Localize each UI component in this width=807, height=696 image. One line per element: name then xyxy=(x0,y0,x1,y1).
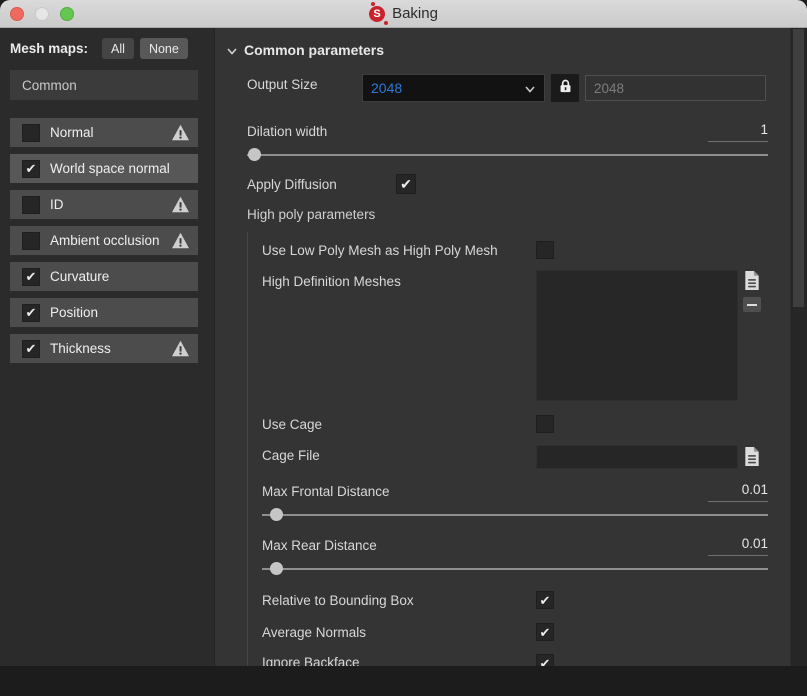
vertical-scrollbar[interactable] xyxy=(790,28,807,666)
file-icon xyxy=(743,270,761,294)
scrollbar-thumb[interactable] xyxy=(793,29,804,307)
apply-diffusion-label: Apply Diffusion xyxy=(247,177,337,192)
slider-handle[interactable] xyxy=(247,148,261,161)
dilation-width-label: Dilation width xyxy=(247,124,328,139)
preset-item-common[interactable]: Common xyxy=(10,70,198,100)
select-none-button[interactable]: None xyxy=(139,38,188,59)
mesh-maps-sidebar: Mesh maps: All None Common Normal World … xyxy=(0,28,215,666)
max-rear-distance-slider[interactable] xyxy=(262,562,768,575)
max-rear-distance-label: Max Rear Distance xyxy=(262,538,377,553)
window-controls xyxy=(10,7,74,21)
relative-to-bounding-box-label: Relative to Bounding Box xyxy=(262,593,414,608)
average-normals-checkbox[interactable] xyxy=(536,623,554,641)
max-frontal-distance-value[interactable]: 0.01 xyxy=(708,482,768,502)
mesh-map-row-normal[interactable]: Normal xyxy=(10,118,198,147)
baking-dialog-window: S Baking Mesh maps: All None Common Norm… xyxy=(0,0,807,666)
output-size-label: Output Size xyxy=(247,77,318,92)
apply-diffusion-checkbox[interactable] xyxy=(396,174,416,194)
mesh-map-label: Ambient occlusion xyxy=(50,233,160,248)
output-size-value: 2048 xyxy=(371,80,403,96)
checkbox[interactable] xyxy=(22,267,40,286)
mesh-map-label: Position xyxy=(50,305,99,320)
mesh-map-label: World space normal xyxy=(50,161,170,176)
parameters-panel: Common parameters Output Size 2048 Dilat… xyxy=(215,28,790,666)
cage-file-input[interactable] xyxy=(536,445,738,469)
browse-cage-file-button[interactable] xyxy=(743,446,761,470)
high-definition-meshes-label: High Definition Meshes xyxy=(262,274,401,289)
chevron-down-icon xyxy=(524,82,536,94)
use-cage-checkbox[interactable] xyxy=(536,415,554,433)
ignore-backface-label: Ignore Backface xyxy=(262,655,360,666)
select-all-button[interactable]: All xyxy=(102,38,134,59)
checkbox[interactable] xyxy=(22,303,40,322)
chevron-down-icon xyxy=(226,44,238,56)
title-group: S Baking xyxy=(369,1,438,25)
close-button[interactable] xyxy=(10,7,24,21)
warning-icon xyxy=(171,124,190,141)
zoom-button[interactable] xyxy=(60,7,74,21)
max-frontal-distance-label: Max Frontal Distance xyxy=(262,484,390,499)
high-poly-parameters-label: High poly parameters xyxy=(247,207,376,222)
section-title: Common parameters xyxy=(244,42,385,58)
use-cage-label: Use Cage xyxy=(262,417,323,432)
slider-handle[interactable] xyxy=(270,508,284,521)
mesh-map-label: Normal xyxy=(50,125,94,140)
relative-to-bounding-box-checkbox[interactable] xyxy=(536,591,554,609)
lock-aspect-button[interactable] xyxy=(551,74,579,102)
mesh-map-row-world-space-normal[interactable]: World space normal xyxy=(10,154,198,183)
file-icon xyxy=(743,446,761,470)
average-normals-label: Average Normals xyxy=(262,625,367,640)
add-mesh-file-button[interactable] xyxy=(743,270,761,294)
dilation-width-value[interactable]: 1 xyxy=(708,122,768,142)
dilation-width-slider[interactable] xyxy=(247,148,768,161)
substance-painter-logo-icon: S xyxy=(369,1,389,25)
warning-icon xyxy=(171,340,190,357)
checkbox[interactable] xyxy=(22,123,40,142)
mesh-map-row-position[interactable]: Position xyxy=(10,298,198,327)
lock-icon xyxy=(557,78,574,98)
cage-file-label: Cage File xyxy=(262,448,320,463)
warning-icon xyxy=(171,232,190,249)
minimize-button[interactable] xyxy=(35,7,49,21)
common-parameters-section-header[interactable]: Common parameters xyxy=(226,42,384,58)
checkbox[interactable] xyxy=(22,195,40,214)
mesh-map-row-id[interactable]: ID xyxy=(10,190,198,219)
remove-mesh-button[interactable] xyxy=(743,297,761,312)
max-frontal-distance-slider[interactable] xyxy=(262,508,768,521)
warning-icon xyxy=(171,196,190,213)
slider-track xyxy=(262,514,768,516)
mesh-map-label: ID xyxy=(50,197,64,212)
max-rear-distance-value[interactable]: 0.01 xyxy=(708,536,768,556)
mesh-map-list: Normal World space normal ID Ambient occ… xyxy=(10,118,198,370)
slider-track xyxy=(247,154,768,156)
checkbox[interactable] xyxy=(22,159,40,178)
group-indent-line xyxy=(247,232,248,666)
title-bar[interactable]: S Baking xyxy=(0,0,807,28)
mesh-map-row-ambient-occlusion[interactable]: Ambient occlusion xyxy=(10,226,198,255)
use-low-poly-label: Use Low Poly Mesh as High Poly Mesh xyxy=(262,243,498,258)
slider-track xyxy=(262,568,768,570)
mesh-map-label: Thickness xyxy=(50,341,111,356)
mesh-map-label: Curvature xyxy=(50,269,110,284)
checkbox[interactable] xyxy=(22,231,40,250)
checkbox[interactable] xyxy=(22,339,40,358)
mesh-maps-label: Mesh maps: xyxy=(10,41,89,56)
mesh-map-row-curvature[interactable]: Curvature xyxy=(10,262,198,291)
use-low-poly-checkbox[interactable] xyxy=(536,241,554,259)
slider-handle[interactable] xyxy=(270,562,284,575)
mesh-map-row-thickness[interactable]: Thickness xyxy=(10,334,198,363)
output-size-dropdown[interactable]: 2048 xyxy=(362,74,545,102)
output-size-linked-input[interactable] xyxy=(585,75,766,101)
window-title: Baking xyxy=(392,5,438,22)
ignore-backface-checkbox[interactable] xyxy=(536,654,554,666)
high-definition-meshes-list[interactable] xyxy=(536,270,738,401)
